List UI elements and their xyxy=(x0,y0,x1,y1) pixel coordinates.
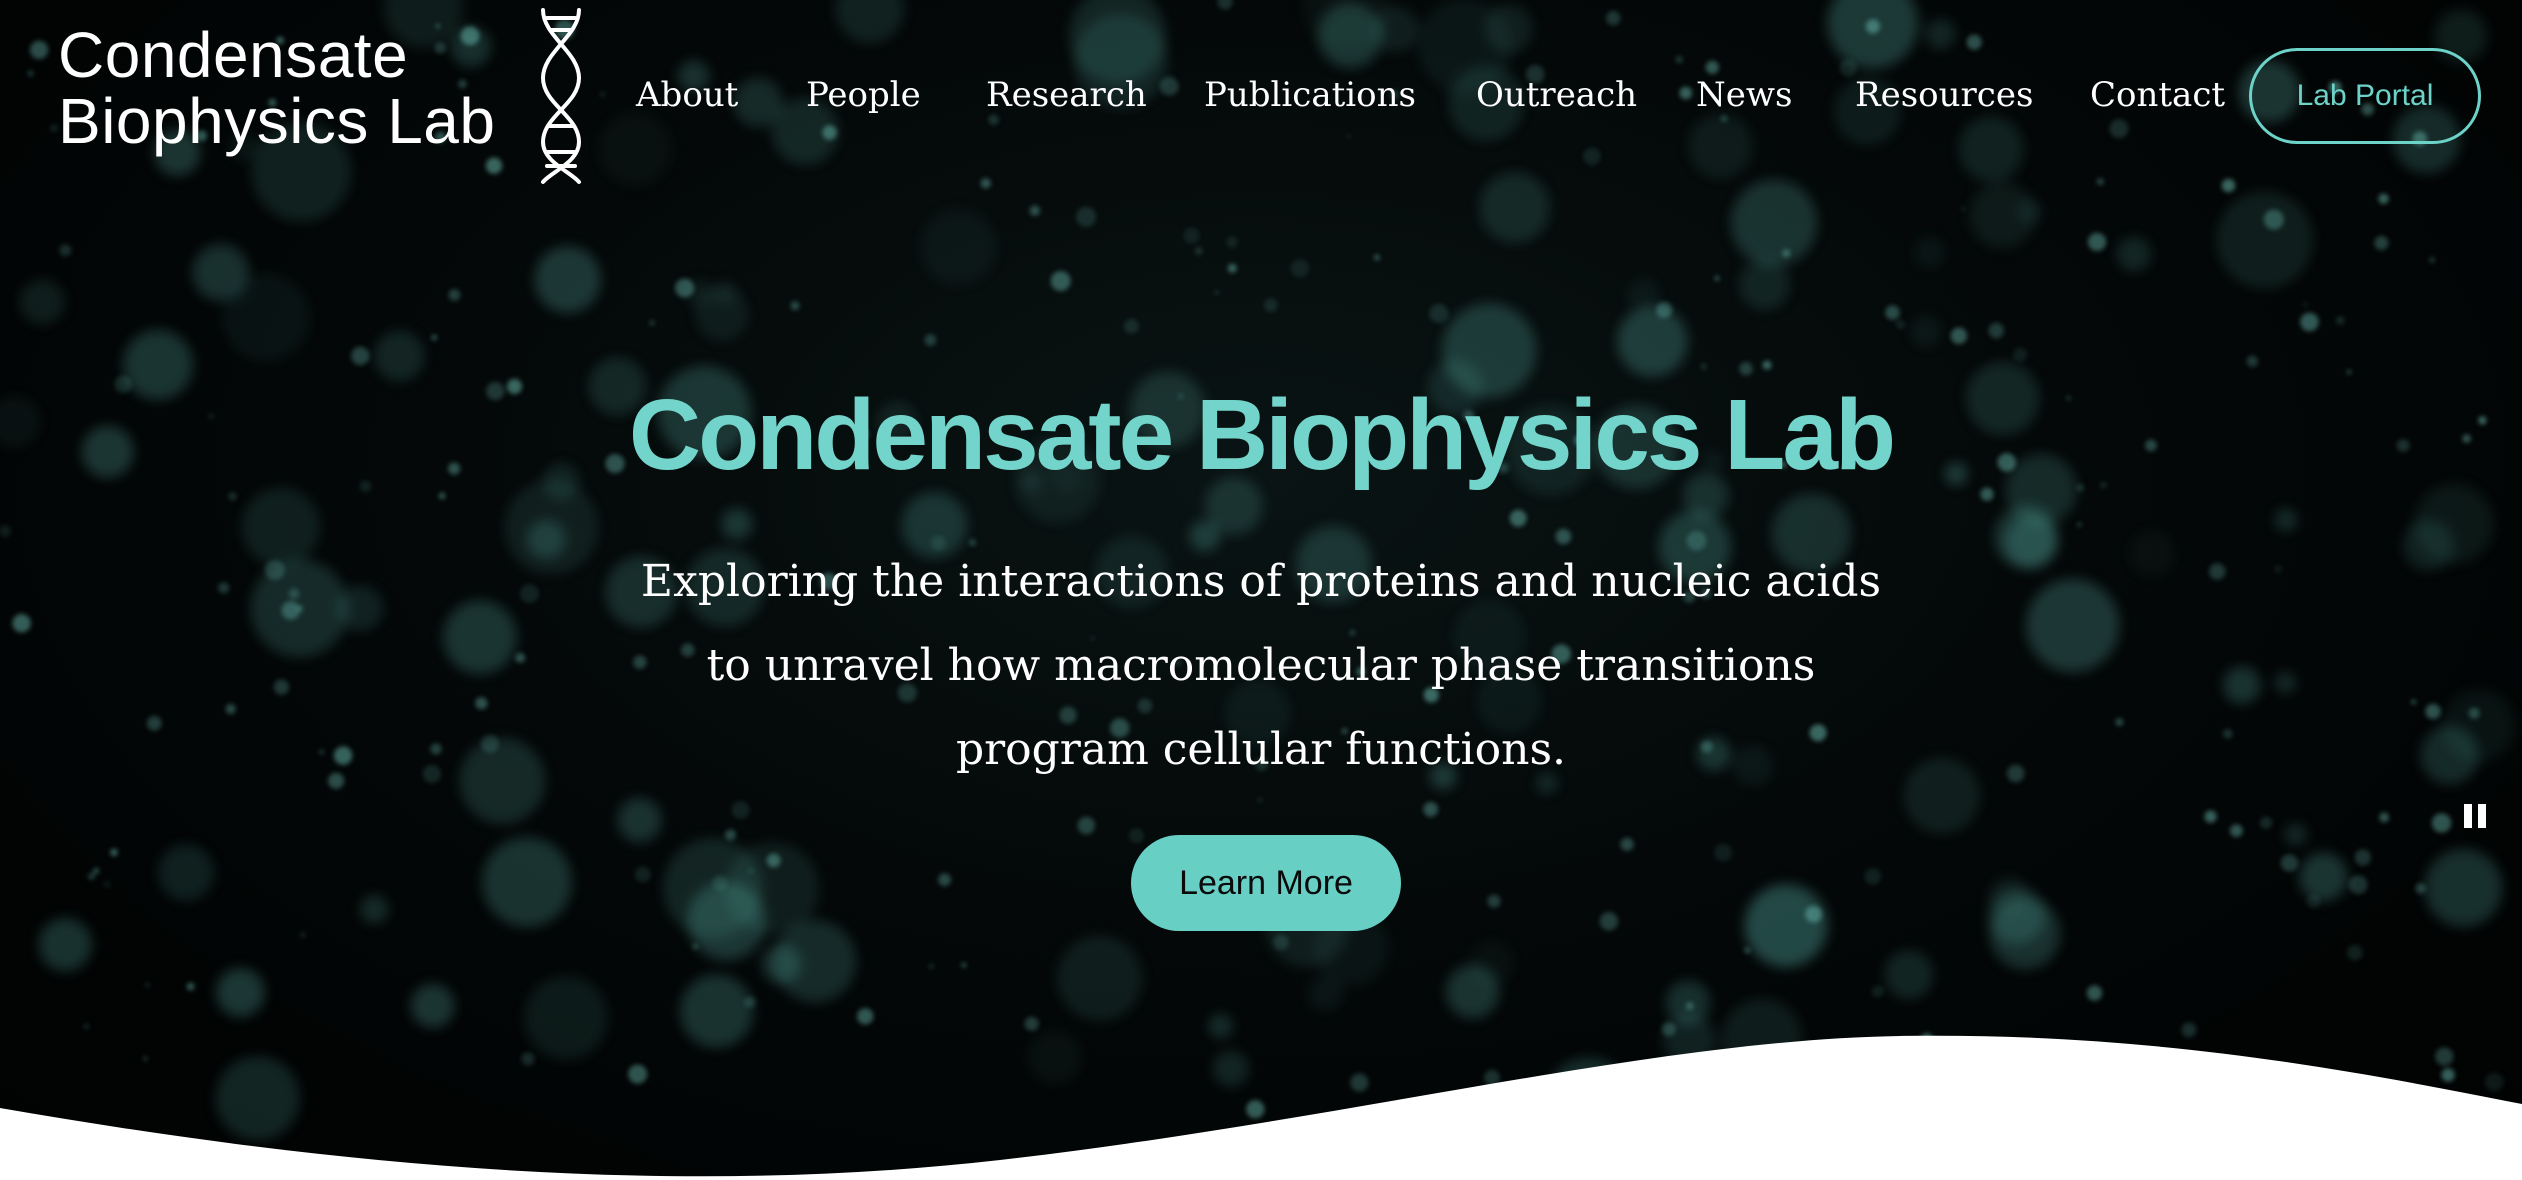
hero-subtitle: Exploring the interactions of proteins a… xyxy=(611,540,1911,792)
pause-icon[interactable] xyxy=(2462,802,2490,832)
logo-line-1: Condensate xyxy=(58,19,409,91)
hero-subtitle-line-1: Exploring the interactions of proteins a… xyxy=(640,556,1882,607)
nav-resources[interactable]: Resources xyxy=(1855,68,2033,122)
pause-bar-left xyxy=(2464,804,2472,828)
learn-more-button[interactable]: Learn More xyxy=(1131,835,1401,931)
nav-outreach[interactable]: Outreach xyxy=(1476,68,1637,122)
nav-contact[interactable]: Contact xyxy=(2090,68,2225,122)
logo-wordmark[interactable]: Condensate Biophysics Lab xyxy=(58,22,495,154)
nav-people[interactable]: People xyxy=(806,68,921,122)
dna-helix-icon xyxy=(540,8,582,184)
nav-about[interactable]: About xyxy=(636,68,738,122)
hero-subtitle-line-2: to unravel how macromolecular phase tran… xyxy=(706,640,1816,691)
hero-title: Condensate Biophysics Lab xyxy=(628,379,1896,491)
nav-news[interactable]: News xyxy=(1696,68,1792,122)
nav-publications[interactable]: Publications xyxy=(1204,68,1416,122)
pause-bar-right xyxy=(2478,804,2486,828)
lab-portal-button[interactable]: Lab Portal xyxy=(2249,48,2481,144)
hero-subtitle-line-3: program cellular functions. xyxy=(955,724,1567,775)
nav-research[interactable]: Research xyxy=(986,68,1147,122)
logo-line-2: Biophysics Lab xyxy=(58,85,496,157)
